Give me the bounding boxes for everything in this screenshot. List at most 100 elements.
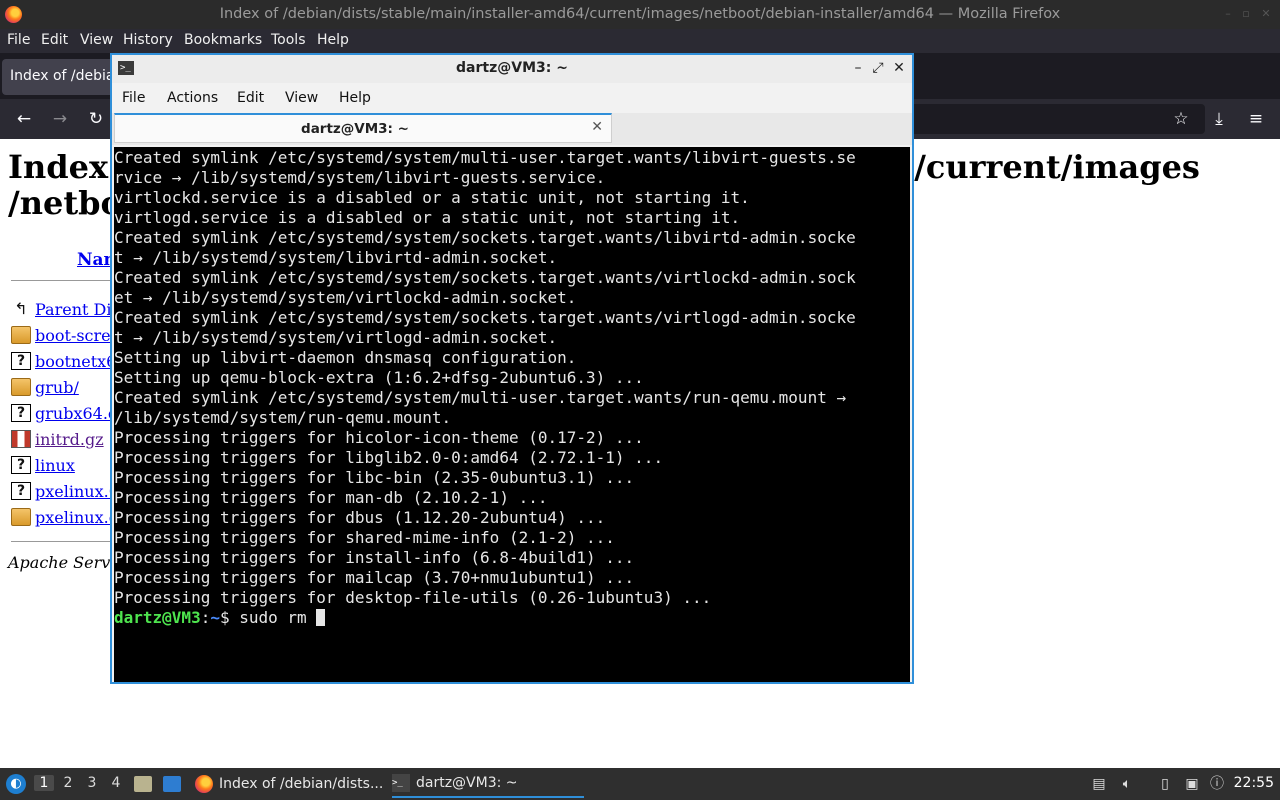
workspace-3[interactable]: 3 [82, 775, 102, 791]
menu-tools[interactable]: Tools [271, 32, 306, 48]
terminal-tab[interactable]: dartz@VM3: ~ ✕ [114, 113, 612, 143]
bookmark-star-icon[interactable]: ☆ [1170, 108, 1192, 130]
terminal-line: Created symlink /etc/systemd/system/mult… [114, 148, 856, 167]
terminal-icon: >_ [392, 774, 410, 792]
task-firefox[interactable]: Index of /debian/dists... [195, 770, 383, 798]
updates-icon[interactable]: ▤ [1090, 775, 1108, 793]
app-menu-icon[interactable]: ≡ [1245, 108, 1267, 130]
taskbar: ◐ 1 2 3 4 Index of /debian/dists... >_ d… [0, 768, 1280, 800]
terminal-output[interactable]: Created symlink /etc/systemd/system/mult… [114, 147, 910, 682]
unknown-file-icon: ? [11, 456, 31, 474]
menu-edit[interactable]: Edit [41, 32, 68, 48]
network-icon[interactable]: ▣ [1183, 775, 1201, 793]
terminal-line: Created symlink /etc/systemd/system/sock… [114, 308, 856, 327]
term-menu-help[interactable]: Help [339, 90, 371, 106]
file-manager-icon[interactable] [134, 776, 152, 792]
compressed-icon [11, 430, 31, 448]
clipboard-icon[interactable]: ▯ [1156, 775, 1174, 793]
term-menu-file[interactable]: File [122, 90, 145, 106]
terminal-line: t → /lib/systemd/system/virtlogd-admin.s… [114, 328, 558, 347]
prompt-path: ~ [210, 608, 220, 627]
menu-history[interactable]: History [123, 32, 173, 48]
terminal-line: Created symlink /etc/systemd/system/mult… [114, 388, 847, 407]
unknown-file-icon: ? [11, 352, 31, 370]
firefox-window-title: Index of /debian/dists/stable/main/insta… [219, 6, 1061, 22]
terminal-line: Processing triggers for mailcap (3.70+nm… [114, 568, 635, 587]
entry-link[interactable]: grub/ [35, 378, 79, 397]
terminal-prompt-line[interactable]: dartz@VM3:~$ sudo rm [114, 608, 910, 628]
terminal-line: Processing triggers for dbus (1.12.20-2u… [114, 508, 606, 527]
volume-icon[interactable]: 🔈︎ [1118, 775, 1136, 793]
downloads-icon[interactable]: ⤓ [1208, 108, 1230, 130]
terminal-line: Processing triggers for hicolor-icon-the… [114, 428, 644, 447]
list-item[interactable]: ? pxelinux.0 [11, 480, 119, 502]
reload-icon[interactable]: ↻ [85, 108, 107, 130]
unknown-file-icon: ? [11, 482, 31, 500]
terminal-line: Created symlink /etc/systemd/system/sock… [114, 268, 856, 287]
firefox-icon [195, 775, 213, 793]
task-terminal[interactable]: >_ dartz@VM3: ~ [392, 770, 584, 798]
divider [11, 280, 121, 281]
terminal-line: Processing triggers for shared-mime-info… [114, 528, 615, 547]
command-input[interactable]: sudo rm [230, 608, 317, 627]
terminal-window[interactable]: >_ dartz@VM3: ~ – ⤢ ✕ File Actions Edit … [110, 53, 914, 684]
terminal-line: virtlockd.service is a disabled or a sta… [114, 188, 750, 207]
terminal-tabbar: dartz@VM3: ~ ✕ [112, 113, 912, 145]
menu-help[interactable]: Help [317, 32, 349, 48]
prompt-symbol: $ [219, 608, 230, 627]
minimize-icon[interactable]: – [1222, 7, 1234, 21]
firefox-menubar: File Edit View History Bookmarks Tools H… [0, 29, 1280, 53]
workspace-1[interactable]: 1 [34, 775, 54, 791]
task-label: Index of /debian/dists... [219, 776, 384, 792]
terminal-line: /lib/systemd/system/run-qemu.mount. [114, 408, 452, 427]
list-item[interactable]: ? linux [11, 454, 75, 476]
unknown-file-icon: ? [11, 404, 31, 422]
parent-icon: ↰ [14, 299, 28, 318]
show-desktop-icon[interactable] [163, 776, 181, 792]
term-menu-view[interactable]: View [285, 90, 318, 106]
terminal-title: dartz@VM3: ~ [456, 60, 568, 76]
workspace-2[interactable]: 2 [58, 775, 78, 791]
terminal-menubar: File Actions Edit View Help [112, 83, 912, 113]
task-label: dartz@VM3: ~ [416, 775, 518, 791]
back-icon[interactable]: ← [13, 108, 35, 130]
term-menu-edit[interactable]: Edit [237, 90, 264, 106]
term-menu-actions[interactable]: Actions [167, 90, 218, 106]
terminal-line: Processing triggers for man-db (2.10.2-1… [114, 488, 548, 507]
close-icon[interactable]: ✕ [1260, 7, 1272, 21]
text-cursor [316, 609, 326, 626]
folder-icon [11, 326, 31, 344]
terminal-line: Processing triggers for install-info (6.… [114, 548, 635, 567]
forward-icon[interactable]: → [49, 108, 71, 130]
terminal-line: virtlogd.service is a disabled or a stat… [114, 208, 741, 227]
entry-link[interactable]: pxelinux.0 [35, 482, 119, 501]
folder-icon [11, 378, 31, 396]
list-item[interactable]: grub/ [11, 376, 79, 398]
list-item[interactable]: initrd.gz [11, 428, 104, 450]
entry-link[interactable]: linux [35, 456, 75, 475]
folder-icon [11, 508, 31, 526]
terminal-line: Processing triggers for libglib2.0-0:amd… [114, 448, 664, 467]
tab-close-icon[interactable]: ✕ [591, 119, 603, 135]
menu-view[interactable]: View [80, 32, 113, 48]
terminal-line: Setting up qemu-block-extra (1:6.2+dfsg-… [114, 368, 644, 387]
prompt-separator: : [200, 608, 211, 627]
terminal-tab-label: dartz@VM3: ~ [301, 121, 409, 137]
minimize-icon[interactable]: – [849, 59, 867, 77]
divider [11, 541, 121, 542]
entry-link[interactable]: initrd.gz [35, 430, 104, 449]
terminal-line: Setting up libvirt-daemon dnsmasq config… [114, 348, 577, 367]
menu-bookmarks[interactable]: Bookmarks [184, 32, 262, 48]
maximize-icon[interactable]: ⤢ [869, 59, 887, 77]
close-icon[interactable]: ✕ [890, 59, 908, 77]
maximize-icon[interactable]: ▫ [1240, 7, 1252, 21]
workspace-4[interactable]: 4 [106, 775, 126, 791]
terminal-line: rvice → /lib/systemd/system/libvirt-gues… [114, 168, 606, 187]
start-menu-icon[interactable]: ◐ [6, 774, 26, 794]
terminal-line: Processing triggers for libc-bin (2.35-0… [114, 468, 635, 487]
terminal-line: et → /lib/systemd/system/virtlockd-admin… [114, 288, 577, 307]
terminal-line: Created symlink /etc/systemd/system/sock… [114, 228, 856, 247]
terminal-titlebar[interactable]: >_ dartz@VM3: ~ – ⤢ ✕ [112, 55, 912, 83]
menu-file[interactable]: File [7, 32, 30, 48]
info-icon[interactable]: ⓘ [1208, 775, 1226, 793]
